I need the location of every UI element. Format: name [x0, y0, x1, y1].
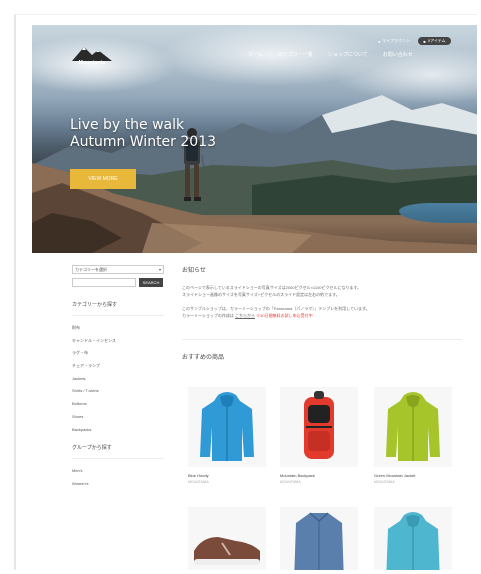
main-content: お知らせ このページで表示しているスライドショーの写真サイズは2000ピクセル×…	[182, 265, 462, 361]
product-brand: MOUNTANIA	[280, 480, 301, 484]
category-item[interactable]: 財布	[72, 322, 164, 335]
product-image[interactable]	[374, 507, 452, 570]
category-select-value: カテゴリーを選択	[75, 266, 107, 272]
product-brand: MOUNTANIA	[188, 480, 209, 484]
account-link[interactable]: ● マイアカウント	[378, 38, 410, 44]
group-item[interactable]: Women's	[72, 478, 164, 491]
hero-banner: Mountania ● マイアカウント ■ 0アイテム ホーム カテゴリー一覧 …	[32, 25, 477, 253]
notice-line: このサンプルショップは、カラーミーショップの「Panorama（パノラマ）」テン…	[182, 306, 370, 311]
product-card[interactable]	[280, 507, 358, 570]
category-item[interactable]: キャンドル・インセンス	[72, 335, 164, 348]
product-card[interactable]: Green Mountain Jacket MOUNTANIA	[374, 387, 452, 484]
cart-label: 0アイテム	[427, 38, 446, 43]
trial-notice[interactable]: ※30日間無料お試し申込受付中	[256, 313, 312, 318]
page-frame: Mountania ● マイアカウント ■ 0アイテム ホーム カテゴリー一覧 …	[14, 14, 477, 570]
green-jacket-image	[386, 392, 440, 461]
notice-body: このページで表示しているスライドショーの写真サイズは2000ピクセル×1100ピ…	[182, 284, 422, 319]
recommended-title: おすすめの商品	[182, 355, 225, 361]
account-label: マイアカウント	[382, 38, 411, 43]
nav-home[interactable]: ホーム	[248, 51, 263, 58]
site-logo[interactable]: Mountania	[68, 45, 116, 69]
backpack-image	[304, 391, 334, 459]
notice-line-prefix: カラーミーショップの作成は	[182, 313, 234, 318]
category-item[interactable]: ラグ・布	[72, 347, 164, 360]
product-card[interactable]	[374, 507, 452, 570]
notice-line: スライドショー画像のサイズを写真サイズ+ピクセルのスライド設定は左右の約でます。	[182, 292, 340, 297]
nav-contact[interactable]: お問い合わせ	[383, 51, 413, 58]
category-list: 財布 キャンドル・インセンス ラグ・布 チェア・ランプ Jackets Shir…	[72, 322, 164, 436]
nav-about[interactable]: ショップについて	[328, 51, 368, 58]
rocky-ground-image	[32, 163, 477, 253]
category-item[interactable]: Shoes	[72, 411, 164, 424]
search-row: SEARCH	[72, 278, 164, 287]
sidebar: カテゴリーを選択 ▾ SEARCH カテゴリーから探す 財布 キャンドル・インセ…	[72, 265, 164, 491]
category-item[interactable]: Jackets	[72, 373, 164, 386]
hero-title: Live by the walk Autumn Winter 2013	[70, 117, 216, 151]
light-blue-jacket-image	[386, 512, 440, 570]
blue-hoody-image	[200, 392, 254, 461]
shoe-image	[194, 537, 260, 565]
product-card[interactable]: Mountain Backpack MOUNTANIA	[280, 387, 358, 484]
search-button[interactable]: SEARCH	[139, 278, 163, 287]
logo-text: Mountania	[78, 60, 106, 66]
category-heading: カテゴリーから探す	[72, 301, 164, 316]
chevron-down-icon: ▾	[158, 267, 161, 272]
product-name[interactable]: Green Mountain Jacket	[374, 473, 452, 478]
category-select[interactable]: カテゴリーを選択 ▾	[72, 265, 164, 274]
shirt-image	[294, 512, 344, 570]
view-more-button[interactable]: VIEW MORE	[70, 169, 136, 189]
group-heading: グループから探す	[72, 444, 164, 460]
hero-title-line1: Live by the walk	[70, 117, 185, 133]
group-item[interactable]: Men's	[72, 465, 164, 478]
category-item[interactable]: チェア・ランプ	[72, 360, 164, 373]
product-brand: MOUNTANIA	[374, 480, 395, 484]
product-image[interactable]	[280, 387, 358, 467]
product-image[interactable]	[374, 387, 452, 467]
hero-title-line2: Autumn Winter 2013	[70, 134, 217, 150]
nav-categories[interactable]: カテゴリー一覧	[278, 51, 313, 58]
product-card[interactable]	[188, 507, 266, 570]
category-item[interactable]: Shirts / T-shirts	[72, 385, 164, 398]
product-name[interactable]: Blue Hoody	[188, 473, 266, 478]
main-nav: ホーム カテゴリー一覧 ショップについて お問い合わせ	[248, 51, 413, 58]
product-image[interactable]	[188, 507, 266, 570]
group-list: Men's Women's	[72, 465, 164, 490]
notice-line: カラーミーショップの作成は こちらから ※30日間無料お試し申込受付中	[182, 312, 422, 319]
mountain-logo-icon	[72, 47, 112, 61]
lock-icon: ●	[378, 38, 381, 44]
category-item[interactable]: Bottoms	[72, 398, 164, 411]
product-image[interactable]	[188, 387, 266, 467]
category-item[interactable]: Backpacks	[72, 424, 164, 437]
cart-icon: ■	[423, 38, 426, 44]
product-name[interactable]: Mountain Backpack	[280, 473, 358, 478]
notice-link[interactable]: こちらから	[235, 313, 255, 318]
divider	[182, 339, 462, 340]
product-card[interactable]: Blue Hoody MOUNTANIA	[188, 387, 266, 484]
notice-line: このページで表示しているスライドショーの写真サイズは2000ピクセル×1100ピ…	[182, 285, 362, 290]
notice-title: お知らせ	[182, 268, 206, 274]
cart-button[interactable]: ■ 0アイテム	[418, 37, 451, 45]
search-input[interactable]	[72, 278, 136, 287]
product-image[interactable]	[280, 507, 358, 570]
utility-links: ● マイアカウント ■ 0アイテム	[378, 37, 451, 45]
